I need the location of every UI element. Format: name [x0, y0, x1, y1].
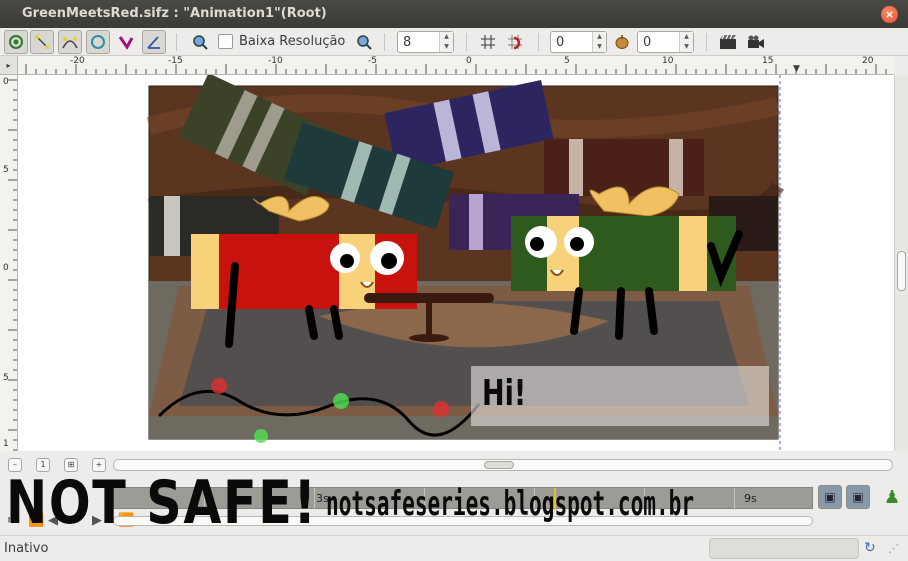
time-label: 9s [744, 492, 757, 505]
render-icon[interactable] [716, 30, 740, 54]
increase-resolution-icon[interactable] [352, 30, 376, 54]
onion-future-value: 0 [643, 35, 652, 50]
ruler-v-label: 0 [3, 263, 9, 273]
watermark-title: NOT SAFE! [6, 468, 318, 538]
toggle-angle-icon[interactable] [142, 30, 166, 54]
watermark-url: notsafeseries.blogspot.com.br [326, 484, 695, 524]
render-progress-bar [709, 538, 859, 559]
title-bar: GreenMeetsRed.sifz : "Animation1"(Root) … [0, 0, 908, 28]
toggle-radius-icon[interactable] [86, 30, 110, 54]
ruler-v-label: 1 [3, 439, 9, 449]
animation-frame[interactable] [18, 75, 894, 451]
toggle-vertex-icon[interactable] [30, 30, 54, 54]
speech-text: Hi! [482, 373, 527, 414]
status-bar: Inativo ↻ ⋰ [0, 535, 908, 561]
toggle-handles-icon[interactable] [4, 30, 28, 54]
ruler-h-label: -15 [168, 56, 183, 66]
canvas-viewport[interactable]: Hi! [18, 75, 894, 451]
toolbar-separator [176, 33, 177, 51]
onion-skin-icon[interactable] [610, 30, 634, 54]
toggle-width-icon[interactable] [114, 30, 138, 54]
window-title: GreenMeetsRed.sifz : "Animation1"(Root) [22, 6, 327, 21]
toolbar-separator [706, 33, 707, 51]
refresh-icon[interactable]: ↻ [864, 540, 876, 556]
vertical-scroll-thumb[interactable] [897, 251, 906, 291]
quality-spinbox[interactable]: 8 ▲ ▼ [397, 31, 454, 53]
ruler-h-label: 10 [662, 56, 674, 66]
canvas-toolbar: Baixa Resolução 8 ▲ ▼ 0 ▲ ▼ 0 ▲ ▼ [0, 28, 908, 56]
animation-mode-off-icon[interactable]: ▣ [818, 485, 842, 509]
low-resolution-label: Baixa Resolução [239, 34, 346, 49]
ruler-v-label: 0 [3, 77, 9, 87]
ruler-h-label: 5 [564, 56, 570, 66]
ruler-v-label: 5 [3, 165, 9, 175]
ruler-h-label: 15 [762, 56, 774, 66]
quality-spin-arrows[interactable]: ▲ ▼ [439, 32, 453, 52]
grid-icon[interactable] [476, 30, 500, 54]
time-tick [734, 488, 735, 510]
toggle-tangent-icon[interactable] [58, 30, 82, 54]
toolbar-separator [538, 33, 539, 51]
low-resolution-checkbox[interactable] [218, 34, 233, 49]
close-button[interactable]: × [881, 6, 898, 23]
ruler-v-label: 5 [3, 373, 9, 383]
snap-grid-icon[interactable] [504, 30, 528, 54]
ruler-h-label: -20 [70, 56, 85, 66]
ruler-marker-icon: ▼ [793, 64, 800, 74]
vertical-ruler: 0 5 0 5 1 [0, 75, 18, 451]
keyframe-lock-icon[interactable]: ▣ [846, 485, 870, 509]
onion-future-spin-arrows[interactable]: ▲ ▼ [679, 32, 693, 52]
onion-past-spinbox[interactable]: 0 ▲ ▼ [550, 31, 607, 53]
horizontal-scroll-thumb[interactable] [484, 461, 514, 469]
onion-past-value: 0 [556, 35, 565, 50]
ruler-h-label: -5 [368, 56, 377, 66]
decrease-resolution-icon[interactable] [188, 30, 212, 54]
ruler-corner-button[interactable]: ▸ [0, 56, 18, 75]
toolbar-separator [384, 33, 385, 51]
ruler-h-label: 0 [466, 56, 472, 66]
quality-value: 8 [403, 35, 412, 50]
horizontal-ruler: -20 -15 -10 -5 0 5 10 15 20 ▼ [18, 56, 894, 75]
status-text: Inativo [4, 541, 49, 556]
preview-icon[interactable] [744, 30, 768, 54]
onion-future-spinbox[interactable]: 0 ▲ ▼ [637, 31, 694, 53]
onion-past-spin-arrows[interactable]: ▲ ▼ [592, 32, 606, 52]
ruler-h-label: -10 [268, 56, 283, 66]
resize-grip-icon[interactable]: ⋰ [888, 542, 899, 555]
animation-mode-person-icon[interactable]: ♟ [884, 487, 900, 508]
toolbar-separator [466, 33, 467, 51]
canvas-vertical-scrollbar[interactable] [894, 75, 908, 451]
ruler-h-label: 20 [862, 56, 874, 66]
